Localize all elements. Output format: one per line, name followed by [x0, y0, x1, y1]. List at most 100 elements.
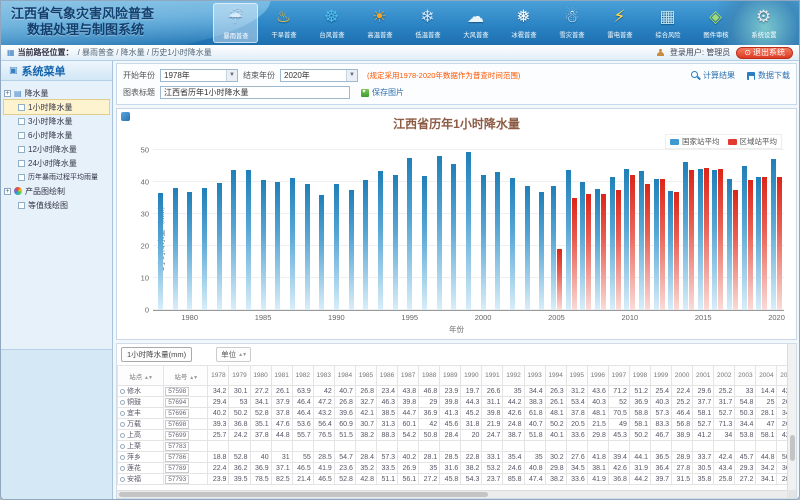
expand-icon[interactable]: +	[4, 90, 11, 97]
toolbar-item-hail[interactable]: ❅冰雹普查	[501, 3, 546, 43]
chart-title-input[interactable]	[160, 86, 350, 99]
wind-icon: ☁	[467, 4, 484, 30]
bar-regional-2012	[660, 179, 665, 310]
save-image-button[interactable]: 保存图片	[361, 87, 404, 98]
toolbar-item-calculator[interactable]: ▦综合风险	[645, 3, 690, 43]
tree-group-0[interactable]: +▤降水量	[4, 86, 109, 100]
value-cell: 40.7	[524, 419, 545, 430]
toolbar-item-wind[interactable]: ☁大风普查	[453, 3, 498, 43]
logout-button[interactable]: ⊙ 退出系统	[736, 47, 793, 59]
sidebar-item-历年暴雨过程平均雨量[interactable]: 历年暴雨过程平均雨量	[4, 170, 109, 184]
app-header: 江西省气象灾害风险普查 数据处理与制图系统 ☔暴雨普查♨干旱普查☸台风普查☀高温…	[1, 1, 799, 45]
station-radio[interactable]	[120, 466, 125, 471]
bar-group-1981	[197, 151, 212, 310]
station-id-column-header[interactable]: 站号 ▲▼	[164, 366, 208, 386]
x-tick-label: 2000	[475, 313, 492, 322]
vscroll-thumb[interactable]	[790, 435, 795, 461]
data-download-button[interactable]: 数据下载	[747, 70, 790, 81]
sidebar-item-12小时降水量[interactable]: 12小时降水量	[4, 142, 109, 156]
sidebar-item-3小时降水量[interactable]: 3小时降水量	[4, 114, 109, 128]
toolbar-item-high-temp[interactable]: ☀高温普查	[357, 3, 402, 43]
checkbox-icon[interactable]	[18, 118, 25, 125]
value-cell: 58.1	[693, 408, 714, 419]
station-radio[interactable]	[120, 433, 125, 438]
table-row[interactable]: 萍乡5778618.852.840315528.554.728.457.340.…	[118, 452, 798, 463]
value-cell: 63.9	[292, 386, 313, 397]
legend-item-区域站平均[interactable]: 区域站平均	[728, 136, 778, 147]
main-area: 开始年份 1978年 ▼ 结束年份 2020年 ▼ (规定采用1978-2020…	[113, 61, 799, 499]
legend-item-国家站平均[interactable]: 国家站平均	[670, 136, 720, 147]
toolbar-item-lightning[interactable]: ⚡雷电普查	[597, 3, 642, 43]
station-id: 57786	[165, 453, 189, 462]
value-cell: 50.8	[419, 430, 440, 441]
table-row[interactable]: 上高5769925.724.237.844.855.776.551.538.28…	[118, 430, 798, 441]
table-row[interactable]: 上栗57783	[118, 441, 798, 452]
vertical-scrollbar[interactable]	[787, 344, 796, 490]
x-tick-label: 2010	[621, 313, 638, 322]
station-name: 上栗	[127, 443, 141, 450]
station-radio[interactable]	[120, 400, 125, 405]
expand-icon[interactable]: +	[4, 188, 11, 195]
checkbox-icon[interactable]	[18, 146, 25, 153]
y-tick-label: 40	[141, 178, 149, 187]
table-row[interactable]: 莲花5778922.436.236.937.146.541.923.635.23…	[118, 463, 798, 474]
unit-dropdown[interactable]: 单位 ▲▼	[216, 347, 251, 362]
legend-label: 国家站平均	[682, 136, 720, 147]
bar-group-1992	[358, 151, 373, 310]
end-year-select[interactable]: 2020年 ▼	[280, 69, 358, 82]
value-cell	[419, 441, 440, 452]
checkbox-icon[interactable]	[18, 104, 25, 111]
toolbar-item-rainstorm[interactable]: ☔暴雨普查	[213, 3, 258, 43]
value-cell: 40.3	[587, 397, 608, 408]
station-name-cell: 宜丰	[118, 408, 164, 419]
toolbar-item-snow[interactable]: ☃雪灾普查	[549, 3, 594, 43]
table-row[interactable]: 万载5769839.336.835.147.653.656.460.930.73…	[118, 419, 798, 430]
value-cell: 44.8	[756, 452, 777, 463]
tree-group-1[interactable]: +产品图绘制	[4, 184, 109, 198]
station-radio[interactable]	[120, 422, 125, 427]
station-radio[interactable]	[120, 389, 125, 394]
value-cell	[313, 441, 334, 452]
table-row[interactable]: 修水5759834.230.127.226.163.94240.726.823.…	[118, 386, 798, 397]
toolbar-item-drought[interactable]: ♨干旱普查	[261, 3, 306, 43]
sidebar-item-24小时降水量[interactable]: 24小时降水量	[4, 156, 109, 170]
value-cell: 24.6	[503, 463, 524, 474]
station-name-cell: 万载	[118, 419, 164, 430]
hscroll-thumb[interactable]	[119, 492, 488, 497]
toolbar-item-label: 雷电普查	[607, 31, 632, 40]
station-id: 57698	[165, 420, 189, 429]
station-radio[interactable]	[120, 477, 125, 482]
value-cell	[440, 441, 461, 452]
value-cell: 39.4	[608, 452, 629, 463]
table-row[interactable]: 铜鼓5769429.45334.137.946.447.226.832.746.…	[118, 397, 798, 408]
value-cell: 23.6	[334, 463, 355, 474]
sidebar-item-1小时降水量[interactable]: 1小时降水量	[4, 100, 109, 114]
station-radio[interactable]	[120, 455, 125, 460]
value-cell: 39.8	[482, 408, 503, 419]
table-row[interactable]: 宜丰5769640.250.252.837.846.443.239.642.13…	[118, 408, 798, 419]
checkbox-icon[interactable]	[18, 174, 25, 181]
station-radio[interactable]	[120, 411, 125, 416]
sidebar-item-6小时降水量[interactable]: 6小时降水量	[4, 128, 109, 142]
sidebar-item-等值线绘图[interactable]: 等值线绘图	[4, 198, 109, 212]
value-cell: 36.8	[229, 419, 250, 430]
checkbox-icon[interactable]	[18, 160, 25, 167]
station-column-header[interactable]: 站点 ▲▼	[118, 366, 164, 386]
bar-regional-2015	[704, 168, 709, 310]
checkbox-icon[interactable]	[18, 202, 25, 209]
calc-result-button[interactable]: 计算结果	[691, 70, 735, 81]
toolbar-item-low-temp[interactable]: ❄低温普查	[405, 3, 450, 43]
horizontal-scrollbar[interactable]	[117, 490, 787, 498]
bar-group-1979	[168, 151, 183, 310]
start-year-select[interactable]: 1978年 ▼	[160, 69, 238, 82]
table-row[interactable]: 安福5779323.939.578.582.521.446.552.842.85…	[118, 474, 798, 485]
checkbox-icon[interactable]	[18, 132, 25, 139]
sort-icons: ▲▼	[238, 352, 246, 358]
value-cell	[545, 441, 566, 452]
toolbar-item-typhoon[interactable]: ☸台风普查	[309, 3, 354, 43]
toolbar-item-settings[interactable]: ⚙系统设置	[741, 3, 786, 43]
bar-national-2002	[510, 178, 515, 310]
station-radio[interactable]	[120, 444, 125, 449]
toolbar-item-map-audit[interactable]: ◈图件审核	[693, 3, 738, 43]
toolbar-item-label: 雪灾普查	[559, 31, 584, 40]
